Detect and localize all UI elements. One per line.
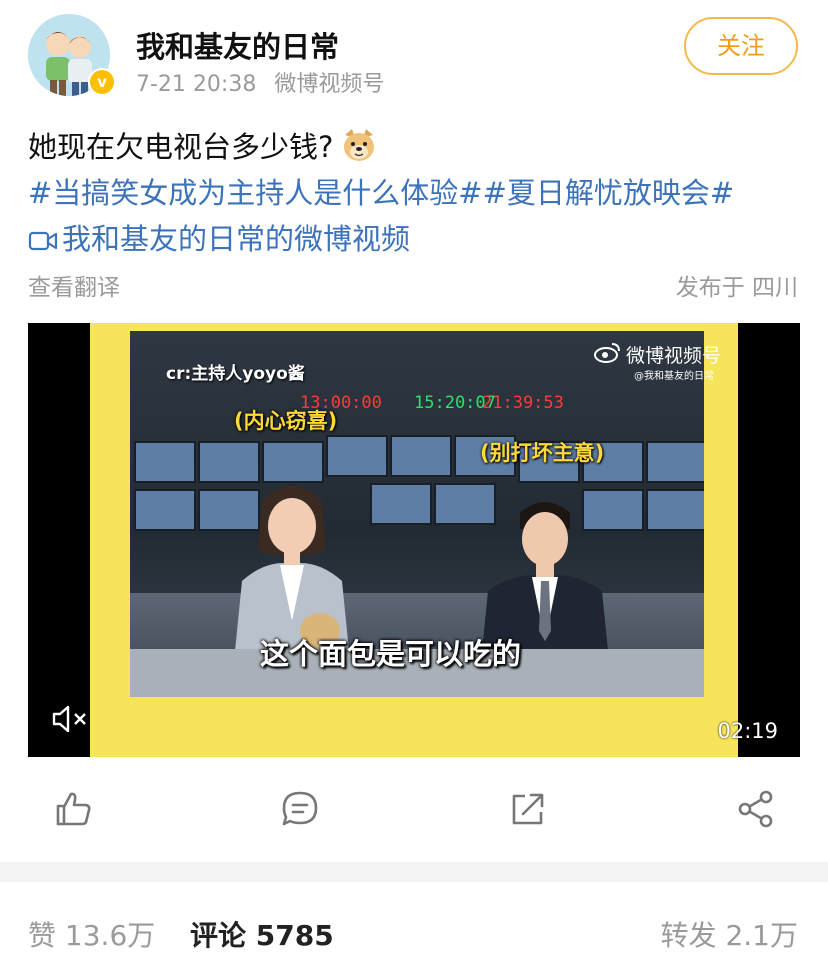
video-frame: cr:主持人yoyo酱 (内心窃喜) (别打坏主意) 13:00:00 15:2…	[90, 323, 738, 757]
video-subtitle: 这个面包是可以吃的	[260, 637, 522, 671]
post-time: 7-21 20:38	[136, 72, 257, 97]
share-icon[interactable]	[735, 788, 777, 830]
clock-red-1: 13:00:00	[300, 393, 382, 413]
video-source-text: 我和基友的日常的微博视频	[62, 222, 411, 256]
video-duration: 02:19	[717, 719, 778, 743]
clock-red-2: 21:39:53	[482, 393, 564, 413]
weibo-logo-icon	[594, 343, 620, 363]
video-watermark-handle: @我和基友的日常	[634, 371, 714, 382]
comment-icon[interactable]	[279, 788, 321, 830]
likes-tab[interactable]: 赞 13.6万	[28, 914, 155, 954]
credit-caption: cr:主持人yoyo酱	[166, 364, 305, 384]
comments-label: 评论	[190, 919, 247, 952]
reposts-label: 转发	[660, 919, 717, 952]
post-location: 发布于 四川	[675, 275, 798, 301]
reposts-tab[interactable]: 转发 2.1万	[661, 914, 798, 954]
comments-tab[interactable]: 评论 5785	[190, 914, 334, 954]
comments-count: 5785	[255, 919, 334, 952]
post-meta: 7-21 20:38 微博视频号	[136, 66, 384, 98]
topic-links[interactable]: #当搞笑女成为主持人是什么体验##夏日解忧放映会#	[28, 170, 734, 212]
translate-link[interactable]: 查看翻译	[28, 268, 120, 302]
mute-icon[interactable]	[50, 703, 90, 735]
post-source[interactable]: 微博视频号	[274, 72, 384, 97]
verified-badge-icon: v	[88, 68, 116, 96]
video-source-link[interactable]: 我和基友的日常的微博视频	[28, 216, 410, 258]
author-name[interactable]: 我和基友的日常	[136, 24, 339, 66]
reposts-count: 2.1万	[725, 919, 798, 952]
post-text-content: 她现在欠电视台多少钱?	[28, 130, 334, 164]
post-text: 她现在欠电视台多少钱?	[28, 124, 377, 166]
video-scene: cr:主持人yoyo酱 (内心窃喜) (别打坏主意) 13:00:00 15:2…	[130, 331, 704, 697]
video-watermark: 微博视频号	[626, 345, 722, 367]
likes-count: 13.6万	[64, 919, 156, 952]
doge-emoji-icon	[341, 127, 377, 163]
video-camera-icon	[28, 231, 58, 251]
section-divider	[0, 862, 828, 882]
likes-label: 赞	[28, 919, 57, 952]
repost-icon[interactable]	[507, 788, 549, 830]
follow-button[interactable]: 关注	[684, 17, 798, 75]
video-player[interactable]: cr:主持人yoyo酱 (内心窃喜) (别打坏主意) 13:00:00 15:2…	[28, 323, 800, 757]
caption-male: (别打坏主意)	[480, 441, 605, 465]
thumbs-up-icon[interactable]	[52, 788, 94, 830]
